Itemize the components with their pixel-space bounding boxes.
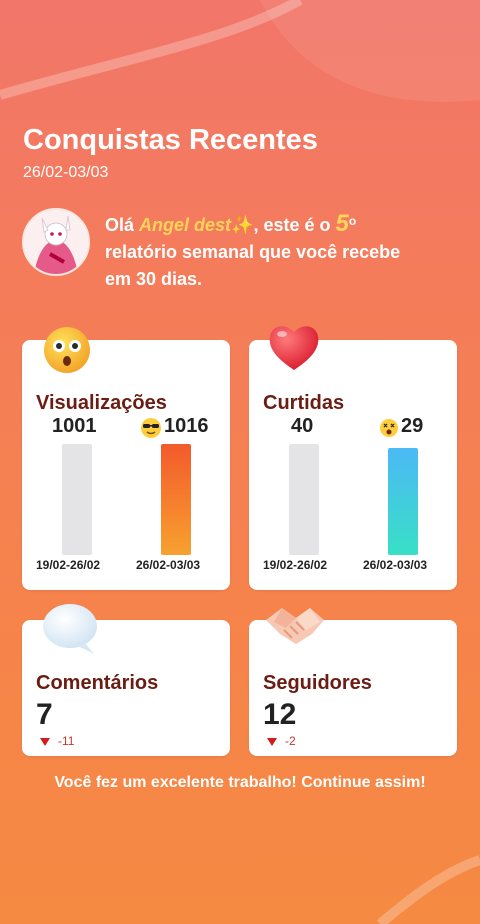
- likes-prev-period: 19/02-26/02: [263, 558, 328, 572]
- views-prev-period: 19/02-26/02: [36, 558, 101, 572]
- followers-value: 12: [263, 698, 297, 731]
- likes-curr-period: 26/02-03/03: [363, 558, 428, 572]
- followers-label: Seguidores: [263, 672, 372, 694]
- greeting-prefix: Olá: [105, 215, 140, 235]
- likes-curr-value: 29: [401, 415, 424, 437]
- dizzy-face-icon: [379, 418, 399, 443]
- down-triangle-icon: [40, 737, 50, 746]
- report-number: 5: [335, 210, 349, 237]
- date-range: 26/02-03/03: [23, 164, 109, 181]
- greeting-middle: , este é o: [253, 215, 336, 235]
- followers-delta-value: -2: [285, 734, 296, 748]
- views-curr-bar: [161, 444, 191, 555]
- comments-delta-value: -11: [58, 734, 75, 748]
- down-triangle-icon: [267, 737, 277, 746]
- likes-curr-bar: [388, 448, 418, 555]
- comments-delta: -11: [40, 734, 74, 748]
- likes-prev-value: 40: [291, 415, 314, 437]
- greeting-text: Olá Angel dest✨, este é o 5o relatório s…: [105, 210, 460, 293]
- surprised-face-icon: [42, 325, 92, 380]
- views-curr-value: 1016: [164, 415, 209, 437]
- report-ordinal: o: [348, 214, 357, 228]
- likes-prev-bar: [289, 444, 319, 555]
- greeting-line2: relatório semanal que você recebe: [105, 242, 401, 262]
- views-label: Visualizações: [36, 392, 167, 414]
- heart-icon: [266, 320, 322, 379]
- views-prev-value: 1001: [52, 415, 97, 437]
- page-title: Conquistas Recentes: [23, 124, 318, 156]
- sparkle-icon: ✨: [231, 215, 254, 235]
- background-swoosh-bottom: [0, 820, 480, 924]
- handshake-icon: [262, 600, 328, 657]
- greeting-line3: em 30 dias.: [105, 269, 203, 289]
- speech-bubble-icon: [40, 600, 100, 661]
- likes-label: Curtidas: [263, 392, 345, 414]
- comments-label: Comentários: [36, 672, 159, 694]
- comments-value: 7: [36, 698, 53, 731]
- sunglasses-face-icon: [140, 417, 162, 444]
- views-prev-bar: [62, 444, 92, 555]
- avatar[interactable]: [22, 208, 90, 276]
- footer-message: Você fez um excelente trabalho! Continue…: [54, 774, 426, 791]
- followers-delta: -2: [267, 734, 296, 748]
- avatar-image: [24, 210, 88, 274]
- user-name[interactable]: Angel dest: [139, 215, 231, 235]
- views-curr-period: 26/02-03/03: [136, 558, 201, 572]
